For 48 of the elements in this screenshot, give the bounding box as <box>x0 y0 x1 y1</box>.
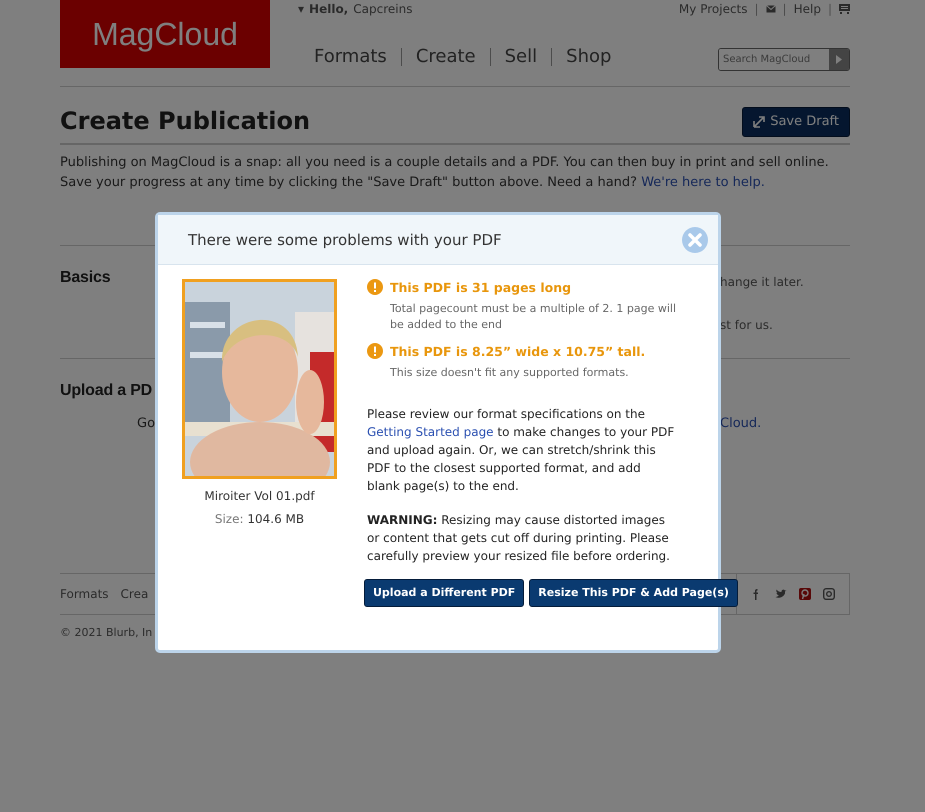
intro-paragraph: Publishing on MagCloud is a snap: all you need is a couple details and a PDF. You can then buy in print and sell online. Save your progress at any time by clicking the "Save Draft" button above. Need a hand? We're here to help. <box>60 154 830 192</box>
problem-detail: This size doesn't fit any supported formats. <box>390 364 630 380</box>
section-note: hange it later. <box>720 274 804 290</box>
section-heading: Basics <box>60 268 110 288</box>
top-link[interactable]: Help <box>794 0 821 18</box>
help-link[interactable]: We're here to help. <box>641 174 765 190</box>
search-arrow-icon[interactable] <box>836 55 842 64</box>
separator: | <box>828 1 832 18</box>
section-note: st for us. <box>720 316 773 334</box>
pinterest-icon[interactable] <box>799 588 811 600</box>
logo[interactable]: MagCloud <box>60 0 270 68</box>
dialog-title: There were some problems with your PDF <box>188 230 502 248</box>
twitter-icon[interactable] <box>775 588 787 600</box>
warning-icon <box>367 279 383 295</box>
page-title: Create Publication <box>60 107 310 136</box>
footer-link[interactable]: Formats <box>60 584 109 602</box>
copyright-text: © 2021 Blurb, In <box>60 624 152 640</box>
warning-icon <box>367 342 383 359</box>
warning-paragraph: WARNING: Resizing may cause distorted images or content that gets cut off during printing. Please carefully preview your resized file before ordering. <box>367 512 671 564</box>
caret-icon[interactable]: ▾ <box>298 0 304 18</box>
save-draft-button[interactable]: Save Draft <box>742 107 850 136</box>
dialog-button[interactable]: Upload a Different PDF <box>364 578 524 607</box>
footer-link[interactable]: Crea <box>120 584 148 602</box>
size-label: Size: <box>214 512 244 526</box>
instagram-icon[interactable] <box>823 588 835 600</box>
nav-link[interactable]: Formats <box>314 48 401 66</box>
upload-link[interactable]: Cloud. <box>720 414 762 433</box>
review-paragraph: Please review our format specifications on the Getting Started page to make changes to your PDF and upload again. Or, we can stretch/shrink this PDF to the closest supported format, and add blank page(s) to the end. <box>367 406 676 494</box>
problem-title: This PDF is 8.25” wide x 10.75” tall. <box>390 342 646 361</box>
cart-icon[interactable] <box>839 4 850 14</box>
upload-text: Go <box>137 414 156 432</box>
section-heading: Upload a PD <box>60 380 152 400</box>
file-name: Miroiter Vol 01.pdf <box>204 488 315 505</box>
nav-link[interactable]: Create <box>400 48 490 66</box>
mail-icon[interactable] <box>766 5 776 13</box>
search-field[interactable]: Search MagCloud <box>718 48 850 71</box>
separator: | <box>754 1 759 18</box>
separator: | <box>782 1 787 18</box>
user-name-link[interactable]: Capcreins <box>353 0 412 18</box>
greeting-text: Hello, <box>309 1 348 18</box>
problem-title: This PDF is 31 pages long <box>390 279 572 297</box>
file-size: 104.6 MB <box>247 512 304 526</box>
problem-detail: Total pagecount must be a multiple of 2. 1 page will be added to the end <box>390 300 678 333</box>
dialog-button[interactable]: Resize This PDF & Add Page(s) <box>529 578 738 607</box>
getting-started-link[interactable]: Getting Started page <box>367 424 494 438</box>
top-link[interactable]: My Projects <box>678 0 748 18</box>
nav-link[interactable]: Shop <box>551 48 626 66</box>
nav-link[interactable]: Sell <box>490 48 552 66</box>
